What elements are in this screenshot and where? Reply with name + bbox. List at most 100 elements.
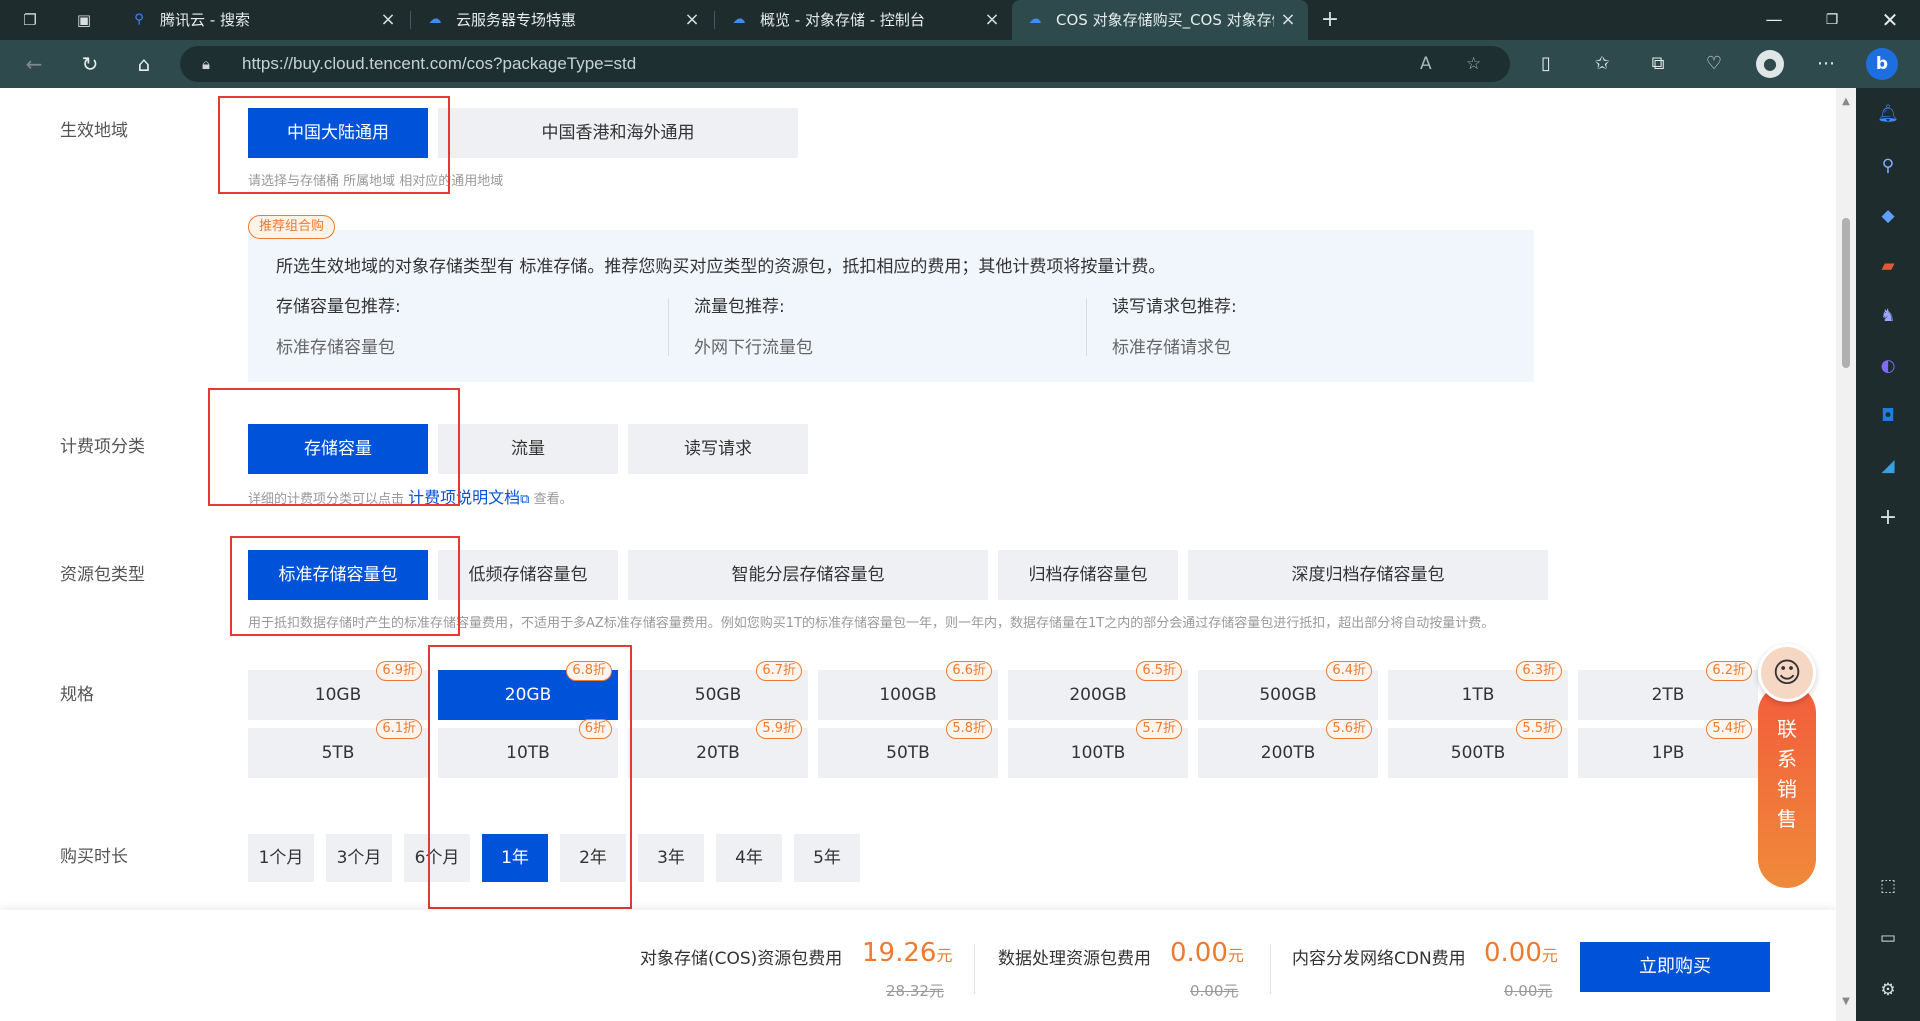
spec-option-500gb[interactable]: 500GB 6.4折 [1198,661,1378,720]
spec-option-100gb[interactable]: 100GB 6.6折 [818,661,998,720]
contact-sales-button[interactable]: 联 系 销 售 [1758,684,1816,888]
recommend-requests: 读写请求包推荐: 标准存储请求包 [1084,292,1500,358]
search-icon[interactable]: ⚲ [1876,154,1900,178]
contact-char: 销 [1777,777,1797,801]
games-icon[interactable]: ♞ [1876,304,1900,328]
package-option-intelligent[interactable]: 智能分层存储容量包 [628,550,988,600]
spec-size-label: 200GB [1069,685,1127,705]
fee-original-price: 28.32元 [886,982,944,1000]
screenshot-icon[interactable]: ⬚ [1876,874,1900,898]
tab-search[interactable]: ⚲ 腾讯云 - 搜索 × [116,0,408,40]
tools-icon[interactable]: ▰ [1876,254,1900,278]
discount-badge: 5.8折 [946,719,992,739]
add-sidebar-app-icon[interactable]: + [1876,506,1900,530]
back-icon[interactable]: ← [20,50,48,78]
bing-copilot-icon[interactable]: b [1866,48,1898,80]
spec-option-200gb[interactable]: 200GB 6.5折 [1008,661,1188,720]
scroll-down-icon[interactable]: ▼ [1840,996,1852,1007]
scroll-thumb[interactable] [1842,218,1850,368]
notification-bell-icon[interactable]: 🔔︎ [1876,102,1900,126]
spec-option-100tb[interactable]: 100TB 5.7折 [1008,719,1188,778]
billing-label: 计费项分类 [60,437,145,457]
billing-option-traffic[interactable]: 流量 [438,424,618,474]
spec-option-2tb[interactable]: 2TB 6.2折 [1578,661,1758,720]
fee-unit: 元 [936,946,953,965]
collections-icon[interactable]: ⧉ [1644,50,1672,78]
cloud-icon: ☁ [732,12,746,27]
external-link-icon: ⧉ [520,492,530,507]
duration-option[interactable]: 5年 [794,834,860,882]
spec-size-label: 100TB [1070,743,1126,763]
browser-tab-bar: ❐ ▣ ⚲ 腾讯云 - 搜索 × ☁ 云服务器专场特惠 × ☁ 概览 - 对象存… [0,0,1920,40]
cloud-icon: ☁ [428,12,442,27]
spec-option-500tb[interactable]: 500TB 5.5折 [1388,719,1568,778]
region-option-hk-overseas[interactable]: 中国香港和海外通用 [438,108,798,158]
recommend-storage: 存储容量包推荐: 标准存储容量包 [248,292,664,358]
tab-cvm-promo[interactable]: ☁ 云服务器专场特惠 × [412,0,712,40]
buy-now-button[interactable]: 立即购买 [1580,942,1770,992]
favorite-star-icon[interactable]: ☆ [1466,46,1481,82]
settings-gear-icon[interactable]: ⚙ [1876,978,1900,1002]
package-option-infrequent[interactable]: 低频存储容量包 [438,550,618,600]
spec-option-200tb[interactable]: 200TB 5.6折 [1198,719,1378,778]
outlook-icon[interactable]: ◘ [1876,404,1900,428]
close-tab-icon[interactable]: × [984,0,1000,40]
search-icon: ⚲ [134,12,144,27]
spec-option-10gb[interactable]: 10GB 6.9折 [248,661,428,720]
profile-avatar-icon[interactable]: ● [1756,50,1784,78]
duration-option[interactable]: 4年 [716,834,782,882]
refresh-icon[interactable]: ↻ [76,50,104,78]
split-screen-icon[interactable]: ▯ [1532,50,1560,78]
fee-original-price: 0.00元 [1190,982,1239,1000]
close-window-icon[interactable]: ✕ [1862,0,1918,40]
discount-badge: 6.9折 [376,661,422,681]
page-scrollbar[interactable]: ▲ ▼ [1836,88,1856,1021]
discount-badge: 6.5折 [1136,661,1182,681]
spec-option-5tb[interactable]: 5TB 6.1折 [248,719,428,778]
spec-size-label: 1PB [1651,743,1685,763]
address-input[interactable]: 🔒︎ https://buy.cloud.tencent.com/cos?pac… [180,46,1510,82]
spec-option-50gb[interactable]: 50GB 6.7折 [628,661,808,720]
sales-avatar-icon: ☺ [1758,644,1816,702]
duration-option[interactable]: 3年 [638,834,704,882]
spec-option-20tb[interactable]: 20TB 5.9折 [628,719,808,778]
more-menu-icon[interactable]: ⋯ [1812,50,1840,78]
contact-sales-widget[interactable]: 联 系 销 售 ☺ 🎧︎ [1758,644,1816,1005]
spec-option-1pb[interactable]: 1PB 5.4折 [1578,719,1758,778]
purchase-page: 生效地域 中国大陆通用 中国香港和海外通用 请选择与存储桶 所属地域 相对应的通… [0,88,1836,1021]
spec-size-label: 50GB [694,685,742,705]
close-tab-icon[interactable]: × [684,0,700,40]
close-tab-icon[interactable]: × [380,0,396,40]
tab-actions-icon[interactable]: ▣ [72,8,96,32]
tab-title: 云服务器专场特惠 [456,11,577,29]
package-option-archive[interactable]: 归档存储容量包 [998,550,1178,600]
tab-cos-console[interactable]: ☁ 概览 - 对象存储 - 控制台 × [716,0,1012,40]
drop-icon[interactable]: ◢ [1876,454,1900,478]
fee-amount-value: 0.00 [1170,938,1228,968]
shopping-tag-icon[interactable]: ◆ [1876,204,1900,228]
new-tab-icon[interactable]: + [1318,8,1342,32]
highlight-box [428,645,632,909]
spec-option-50tb[interactable]: 50TB 5.8折 [818,719,998,778]
workspaces-icon[interactable]: ❐ [18,8,42,32]
close-tab-icon[interactable]: × [1280,0,1296,40]
hide-sidebar-icon[interactable]: ▭ [1876,926,1900,950]
minimize-icon[interactable]: — [1746,0,1802,40]
scroll-up-icon[interactable]: ▲ [1840,96,1852,107]
home-icon[interactable]: ⌂ [130,50,158,78]
spec-size-label: 20TB [696,743,740,763]
tab-title: COS 对象存储购买_COS 对象存储 [1056,11,1274,29]
copilot-icon[interactable]: ◐ [1876,354,1900,378]
tab-cos-buy[interactable]: ☁ COS 对象存储购买_COS 对象存储 × [1012,0,1308,40]
spec-option-1tb[interactable]: 1TB 6.3折 [1388,661,1568,720]
highlight-box [230,536,460,636]
duration-option[interactable]: 1个月 [248,834,314,882]
package-option-deep-archive[interactable]: 深度归档存储容量包 [1188,550,1548,600]
restore-icon[interactable]: ❐ [1804,0,1860,40]
read-aloud-icon[interactable]: A [1420,46,1432,82]
browser-essentials-icon[interactable]: ♡ [1700,50,1728,78]
contact-char: 系 [1777,747,1797,771]
billing-option-requests[interactable]: 读写请求 [628,424,808,474]
favorites-icon[interactable]: ✩ [1588,50,1616,78]
duration-option[interactable]: 3个月 [326,834,392,882]
